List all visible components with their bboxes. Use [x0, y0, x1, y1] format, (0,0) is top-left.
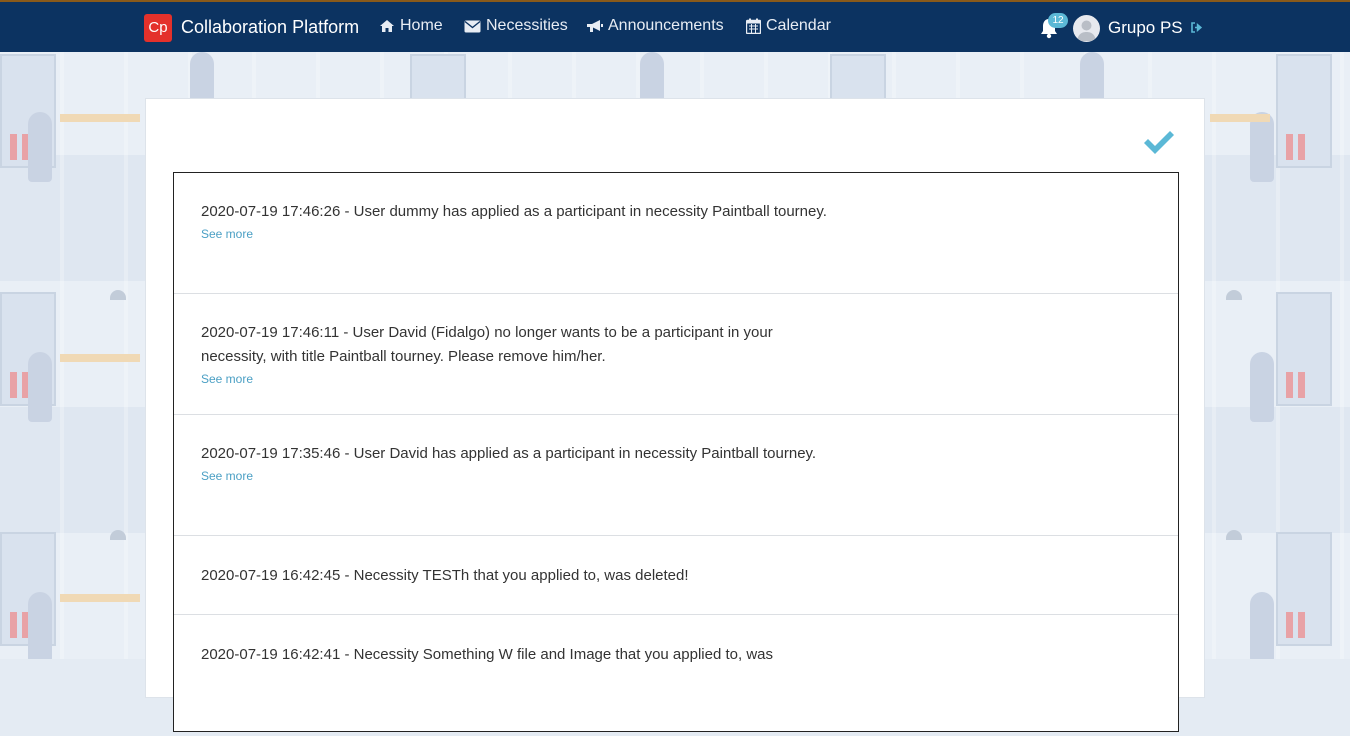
notification-list: 2020-07-19 17:46:26 - User dummy has app…	[173, 172, 1179, 732]
logout-icon[interactable]	[1191, 22, 1203, 33]
nav-link-label: Necessities	[486, 17, 568, 34]
notification-item: 2020-07-19 17:46:26 - User dummy has app…	[174, 173, 1178, 294]
nav-link-label: Announcements	[608, 17, 724, 34]
mark-all-read-check-icon[interactable]	[1142, 129, 1176, 157]
lamp-illustration	[110, 530, 126, 540]
nav-link-calendar[interactable]: Calendar	[746, 17, 831, 35]
notifications-card: 2020-07-19 17:46:26 - User dummy has app…	[145, 98, 1205, 732]
envelope-icon	[464, 20, 481, 32]
notification-text: 2020-07-19 17:35:46 - User David has app…	[201, 445, 817, 462]
user-name[interactable]: Grupo PS	[1108, 18, 1183, 38]
lamp-illustration	[110, 290, 126, 300]
notification-item: 2020-07-19 17:35:46 - User David has app…	[174, 415, 1178, 536]
person-illustration	[28, 112, 52, 182]
person-illustration	[28, 352, 52, 422]
user-icon	[1077, 20, 1096, 41]
desk-illustration	[1210, 114, 1270, 122]
notification-text: 2020-07-19 16:42:45 - Necessity TESTh th…	[201, 567, 689, 584]
calendar-icon	[746, 18, 761, 34]
notification-item: 2020-07-19 16:42:41 - Necessity Somethin…	[174, 615, 1178, 736]
person-illustration	[1250, 592, 1274, 659]
bookshelf-illustration	[1276, 54, 1332, 168]
notification-badge[interactable]: 12	[1048, 13, 1068, 28]
top-navbar: Cp Collaboration Platform Home Necessiti…	[0, 0, 1350, 52]
notification-text: 2020-07-19 17:46:26 - User dummy has app…	[201, 203, 827, 220]
lamp-illustration	[1226, 290, 1242, 300]
bookshelf-illustration	[1276, 292, 1332, 406]
bookshelf-illustration	[1276, 532, 1332, 646]
brand-name[interactable]: Collaboration Platform	[181, 17, 359, 38]
see-more-link[interactable]: See more	[201, 372, 1151, 386]
bullhorn-icon	[587, 20, 603, 32]
nav-link-necessities[interactable]: Necessities	[464, 17, 568, 35]
nav-link-label: Calendar	[766, 17, 831, 34]
avatar[interactable]	[1073, 15, 1100, 42]
see-more-link[interactable]: See more	[201, 227, 1151, 241]
home-icon	[380, 20, 394, 32]
notification-text: 2020-07-19 17:46:11 - User David (Fidalg…	[201, 324, 773, 365]
nav-link-announcements[interactable]: Announcements	[586, 17, 724, 35]
desk-illustration	[60, 594, 140, 602]
notification-text: 2020-07-19 16:42:41 - Necessity Somethin…	[201, 646, 773, 663]
notification-item: 2020-07-19 17:46:11 - User David (Fidalg…	[174, 294, 1178, 415]
nav-link-label: Home	[400, 17, 443, 34]
see-more-link[interactable]: See more	[201, 469, 1151, 483]
person-illustration	[1250, 112, 1274, 182]
desk-illustration	[60, 114, 140, 122]
person-illustration	[28, 592, 52, 659]
lamp-illustration	[1226, 530, 1242, 540]
nav-link-home[interactable]: Home	[379, 17, 443, 35]
person-illustration	[1250, 352, 1274, 422]
brand-logo[interactable]: Cp	[144, 14, 172, 42]
desk-illustration	[60, 354, 140, 362]
notification-item: 2020-07-19 16:42:45 - Necessity TESTh th…	[174, 536, 1178, 615]
